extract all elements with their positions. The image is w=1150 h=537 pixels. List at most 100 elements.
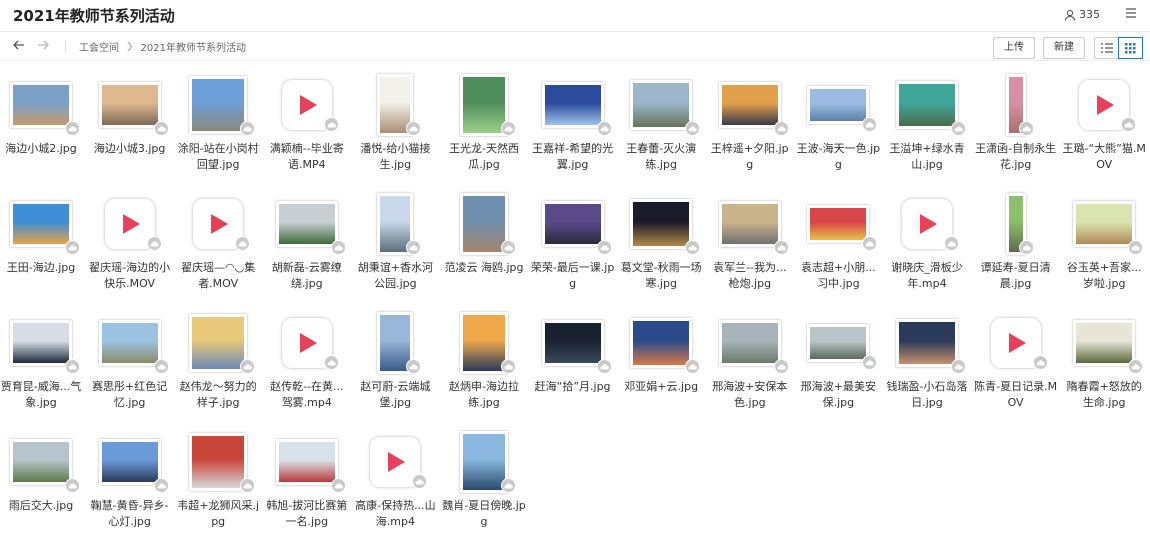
image-file-item[interactable]: 葛文堂-秋雨一场寒.jpg <box>619 194 703 292</box>
image-file-item[interactable]: 涂阳-站在小岗村回望.jpg <box>176 75 260 173</box>
image-file-item[interactable]: 胡新磊-云雾缭绕.jpg <box>265 194 349 292</box>
image-file-item[interactable]: 谭延寿-夏日清晨.jpg <box>974 193 1058 292</box>
image-preview <box>10 82 72 128</box>
image-file-item[interactable]: 鞠慧-黄昏-异乡-心灯.jpg <box>88 432 172 530</box>
image-preview <box>275 439 338 485</box>
image-file-item[interactable]: 赶海“拾”月.jpg <box>531 313 615 395</box>
video-file-item[interactable]: 谢晓庆_滑板少年.mp4 <box>885 194 969 292</box>
image-file-item[interactable]: 隋春霞+怒放的生命.jpg <box>1062 313 1146 411</box>
image-file-item[interactable]: 邓亚娟+云.jpg <box>619 313 703 395</box>
member-count-value: 335 <box>1079 8 1100 21</box>
file-thumbnail <box>0 313 83 374</box>
file-name: 胡秉谊+香水河公园.jpg <box>357 261 433 290</box>
video-file-item[interactable]: 王璐-“大熊”猫.MOV <box>1062 75 1146 173</box>
file-thumbnail <box>88 313 172 374</box>
file-name: 王波-海天一色.jpg <box>796 142 881 171</box>
image-file-item[interactable]: 赵可蔚-云端城堡.jpg <box>353 312 437 411</box>
cloud-sync-icon <box>501 359 516 374</box>
upload-button[interactable]: 上传 <box>993 37 1035 59</box>
file-name: 赶海“拾”月.jpg <box>534 380 611 393</box>
image-file-item[interactable]: 王溢坤+绿水青山.jpg <box>885 75 969 173</box>
cloud-sync-icon <box>685 121 701 136</box>
image-file-item[interactable]: 赛思彤+红色记忆.jpg <box>88 313 172 411</box>
video-file-item[interactable]: 翟庆瑶-海边的小快乐.MOV <box>88 194 172 292</box>
video-file-item[interactable]: 赵传乾--在黄...驾雾.mp4 <box>265 313 349 411</box>
file-thumbnail <box>1062 75 1146 135</box>
cloud-sync-icon <box>330 478 346 493</box>
file-thumbnail <box>265 432 349 493</box>
image-preview <box>630 318 693 368</box>
file-thumbnail <box>708 194 792 255</box>
cloud-sync-icon <box>1032 355 1048 370</box>
user-icon <box>1064 9 1076 21</box>
image-file-item[interactable]: 胡秉谊+香水河公园.jpg <box>353 193 437 292</box>
video-file-item[interactable]: 高康-保持热...山海.mp4 <box>353 432 437 530</box>
file-thumbnail <box>353 312 437 374</box>
video-file-item[interactable]: 满颖楠--毕业寄语.MP4 <box>265 75 349 173</box>
image-preview <box>807 205 870 243</box>
file-thumbnail <box>885 313 969 374</box>
cloud-sync-icon <box>235 236 251 251</box>
file-name: 赵伟龙～努力的样子.jpg <box>179 380 257 409</box>
file-thumbnail <box>88 75 172 136</box>
image-preview <box>541 82 604 128</box>
image-file-item[interactable]: 赵伟龙～努力的样子.jpg <box>176 313 260 411</box>
file-name: 谷玉英+吾家...岁啦.jpg <box>1066 261 1142 290</box>
cloud-sync-icon <box>65 359 80 374</box>
image-file-item[interactable]: 海边小城3.jpg <box>88 75 172 157</box>
image-file-item[interactable]: 范凌云 海鸥.jpg <box>442 193 526 276</box>
cloud-sync-icon <box>501 240 516 255</box>
image-file-item[interactable]: 贾育昆-威海...气象.jpg <box>0 313 83 411</box>
file-name: 王溢坤+绿水青山.jpg <box>889 142 965 171</box>
image-file-item[interactable]: 邢海波+最美安保.jpg <box>796 313 880 411</box>
file-name: 王嘉祥-希望的光翼.jpg <box>532 142 614 171</box>
chevron-right-icon: ❯ <box>126 41 134 52</box>
image-file-item[interactable]: 韦超+龙狮风采.jpg <box>176 432 260 530</box>
cloud-sync-icon <box>862 355 878 370</box>
cloud-sync-icon <box>944 236 959 251</box>
image-file-item[interactable]: 魏肖-夏日傍晚.jpg <box>442 431 526 530</box>
view-toggle <box>1094 37 1143 59</box>
video-file-item[interactable]: 翟庆瑶—◠◡集者.MOV <box>176 194 260 292</box>
image-file-item[interactable]: 王波-海天一色.jpg <box>796 75 880 173</box>
image-file-item[interactable]: 王田-海边.jpg <box>0 194 83 276</box>
image-file-item[interactable]: 荣荣-最后一课.jpg <box>531 194 615 292</box>
image-file-item[interactable]: 袁军兰--我为...枪炮.jpg <box>708 194 792 292</box>
list-view-button[interactable] <box>1095 38 1119 58</box>
video-file-item[interactable]: 陈青-夏日记录.MOV <box>974 313 1058 411</box>
image-preview <box>189 76 248 134</box>
image-file-item[interactable]: 潘悦-给小猫接生.jpg <box>353 74 437 173</box>
file-name: 袁志超+小朋...习中.jpg <box>801 261 876 290</box>
file-thumbnail <box>0 194 83 255</box>
file-thumbnail <box>974 74 1058 136</box>
image-file-item[interactable]: 王光龙-天然西瓜.jpg <box>442 74 526 173</box>
file-thumbnail <box>619 75 703 136</box>
grid-view-button[interactable] <box>1117 37 1143 59</box>
menu-icon[interactable] <box>1125 7 1137 19</box>
file-name: 涂阳-站在小岗村回望.jpg <box>177 142 259 171</box>
image-file-item[interactable]: 海边小城2.jpg <box>0 75 83 157</box>
member-count[interactable]: 335 <box>1064 8 1100 21</box>
image-file-item[interactable]: 雨后交大.jpg <box>0 432 83 514</box>
image-preview <box>807 324 870 362</box>
image-file-item[interactable]: 王嘉祥-希望的光翼.jpg <box>531 75 615 173</box>
image-file-item[interactable]: 邢海波+安保本色.jpg <box>708 313 792 411</box>
image-file-item[interactable]: 王春蕾-灭火演练.jpg <box>619 75 703 173</box>
image-file-item[interactable]: 王潇函-自制永生花.jpg <box>974 74 1058 173</box>
image-file-item[interactable]: 袁志超+小朋...习中.jpg <box>796 194 880 292</box>
cloud-sync-icon <box>685 240 701 255</box>
grid-icon <box>1124 42 1136 53</box>
image-preview <box>189 314 248 372</box>
image-file-item[interactable]: 钱瑞盈-小石岛落日.jpg <box>885 313 969 411</box>
file-name: 谢晓庆_滑板少年.mp4 <box>891 261 963 290</box>
breadcrumb-item-space[interactable]: 工会空间 <box>79 39 119 54</box>
image-file-item[interactable]: 韩旭-拔河比赛第一名.jpg <box>265 432 349 530</box>
image-file-item[interactable]: 王梓遥+夕阳.jpg <box>708 75 792 173</box>
new-button[interactable]: 新建 <box>1043 37 1085 59</box>
list-icon <box>1100 43 1113 53</box>
forward-arrow-icon[interactable] <box>35 37 51 53</box>
back-arrow-icon[interactable] <box>11 37 27 53</box>
image-file-item[interactable]: 赵炳申-海边拉练.jpg <box>442 312 526 411</box>
file-thumbnail <box>353 432 437 492</box>
image-file-item[interactable]: 谷玉英+吾家...岁啦.jpg <box>1062 194 1146 292</box>
